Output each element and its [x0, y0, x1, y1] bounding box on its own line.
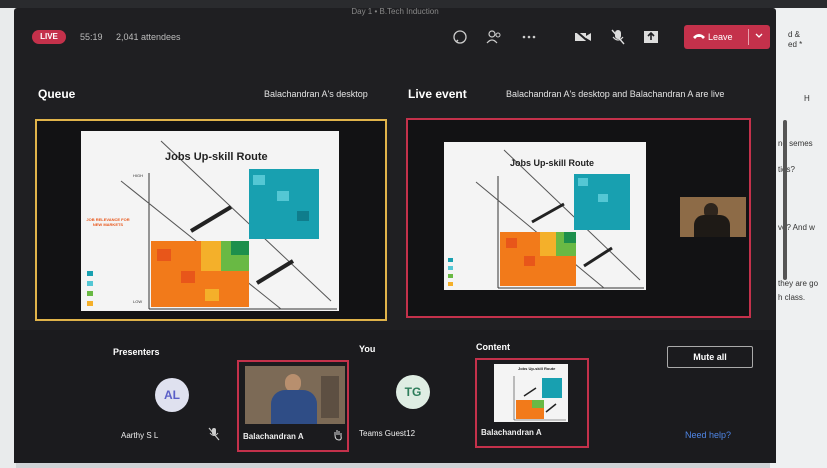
live-event-preview[interactable]: Jobs Up-skill Route — [406, 118, 751, 318]
person-body — [271, 390, 317, 424]
slide-live: Jobs Up-skill Route — [444, 142, 646, 290]
share-icon[interactable] — [642, 28, 660, 46]
bg-cell: they are go — [778, 279, 819, 288]
content-slide-graphic — [513, 376, 566, 421]
bg-cell: d & — [788, 30, 801, 39]
presenter-camera-feed — [680, 197, 746, 237]
content-label: Content — [476, 342, 510, 352]
queue-preview[interactable]: Jobs Up-skill Route HIGH JOB RELEVANCE F… — [35, 119, 387, 321]
presenter-video — [245, 366, 345, 424]
content-slide-title: Jobs Up-skill Route — [518, 366, 556, 371]
need-help-link[interactable]: Need help? — [685, 430, 731, 440]
slide-ylabel: JOB RELEVANCE FOR NEW MARKETS — [86, 217, 130, 227]
mic-off-icon[interactable] — [208, 427, 220, 446]
more-options-icon[interactable] — [520, 28, 538, 46]
live-event-status: Balachandran A's desktop and Balachandra… — [506, 89, 725, 99]
presenters-label: Presenters — [113, 347, 160, 357]
you-name: Teams Guest12 — [359, 429, 416, 438]
people-icon[interactable] — [485, 28, 503, 46]
live-event-title: Live event — [408, 87, 467, 101]
background-shelf — [321, 376, 339, 418]
axis-low-label: LOW — [133, 299, 143, 304]
camera-off-icon[interactable] — [574, 28, 592, 46]
content-owner-name: Balachandran A — [481, 428, 542, 437]
teams-live-event-window: Day 1 • B.Tech Induction LIVE 55:19 2,04… — [14, 7, 787, 463]
you-label: You — [359, 344, 376, 354]
content-thumbnail: Jobs Up-skill Route — [494, 364, 568, 422]
leave-label: Leave — [708, 32, 733, 42]
bg-cell: ed * — [788, 40, 803, 49]
queue-title: Queue — [38, 87, 76, 101]
hand-icon — [333, 428, 343, 446]
presenter-tile-balachandran[interactable]: Balachandran A — [237, 360, 349, 452]
avatar-tg[interactable]: TG — [396, 375, 430, 409]
mute-all-button[interactable]: Mute all — [667, 346, 753, 368]
slide-title: Jobs Up-skill Route — [165, 151, 268, 163]
bg-cell: h class. — [778, 293, 806, 302]
chat-icon[interactable] — [451, 28, 469, 46]
presenter-name-aarthy: Aarthy S L — [121, 431, 159, 440]
scrollbar[interactable] — [783, 120, 787, 280]
content-tile[interactable]: Jobs Up-skill Route Balachandran A — [475, 358, 589, 448]
person-body — [694, 215, 730, 237]
leave-divider — [748, 29, 749, 45]
live-badge: LIVE — [32, 30, 66, 44]
bg-cell: H — [804, 94, 810, 103]
presenter-name-balachandran: Balachandran A — [243, 432, 304, 441]
leave-button[interactable]: Leave — [684, 25, 770, 49]
chevron-down-icon[interactable] — [754, 31, 764, 43]
window-title: Day 1 • B.Tech Induction — [351, 7, 439, 16]
slide-title: Jobs Up-skill Route — [510, 158, 595, 168]
attendee-count: 2,041 attendees — [116, 32, 181, 42]
avatar-al[interactable]: AL — [155, 378, 189, 412]
axis-high-label: HIGH — [133, 173, 143, 178]
slide-queue: Jobs Up-skill Route HIGH JOB RELEVANCE F… — [81, 131, 339, 311]
background-spreadsheet: d & ed * H nd semes ties? ve? And w they… — [770, 0, 827, 468]
event-timer: 55:19 — [80, 32, 103, 42]
phone-hangup-icon — [692, 31, 706, 43]
queue-source: Balachandran A's desktop — [264, 89, 368, 99]
mic-off-icon[interactable] — [609, 28, 627, 46]
